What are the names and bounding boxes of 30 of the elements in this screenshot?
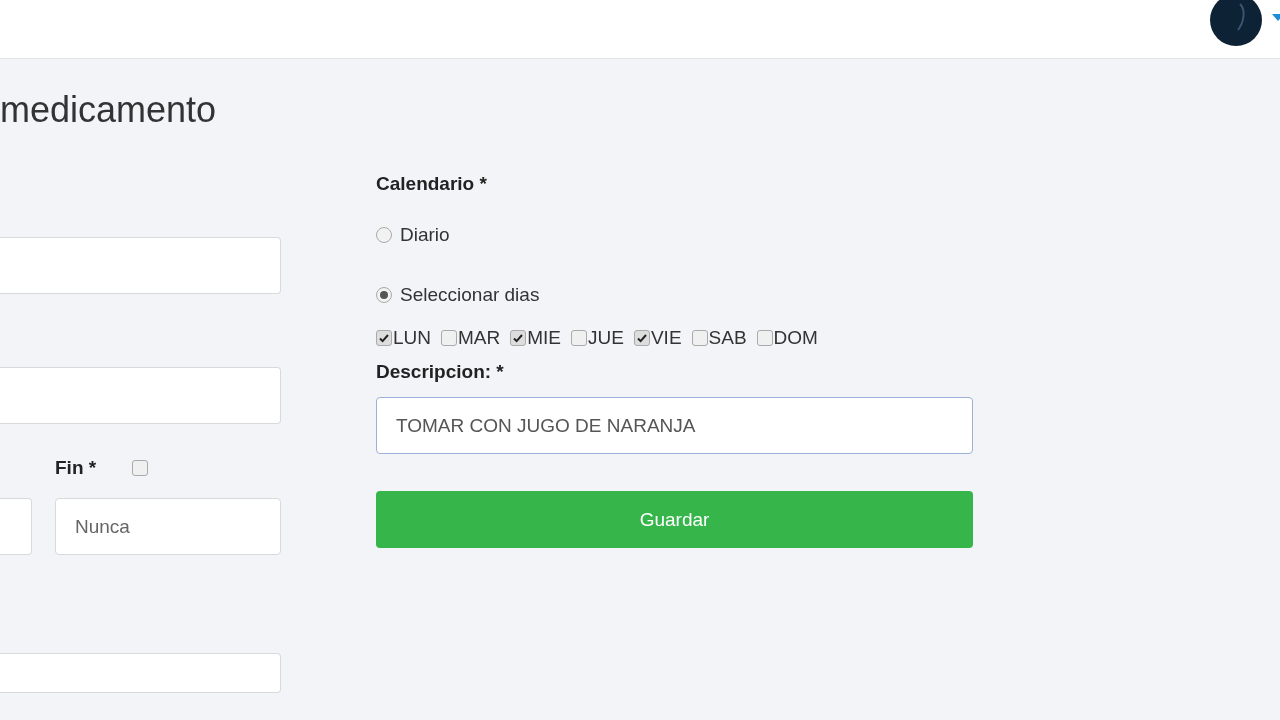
field-label: Descripcion: * — [376, 361, 505, 383]
avatar-icon[interactable] — [1210, 0, 1262, 46]
radio-label[interactable]: Seleccionar dias — [400, 284, 540, 306]
checkbox[interactable] — [376, 330, 392, 346]
day-label[interactable]: VIE — [650, 327, 682, 349]
field-label: Fin * — [55, 457, 97, 479]
checkbox[interactable] — [633, 330, 650, 346]
description-field[interactable]: TOMAR CON JUGO DE NARANJA — [376, 397, 973, 454]
day-label[interactable]: JUE — [588, 327, 624, 349]
day-label[interactable]: SAB — [708, 327, 747, 349]
radio-button[interactable] — [376, 227, 392, 243]
page-title: medicamento — [0, 88, 218, 132]
checkbox[interactable] — [510, 330, 527, 346]
field-label: Calendario * — [376, 173, 488, 196]
radio-label[interactable]: Diario — [400, 224, 450, 246]
day-label[interactable]: DOM — [773, 327, 818, 349]
day-label[interactable]: MIE — [527, 327, 562, 349]
checkbox[interactable] — [691, 330, 708, 346]
day-label[interactable]: MAR — [458, 327, 501, 349]
checkbox[interactable] — [441, 330, 457, 346]
checkbox[interactable] — [756, 330, 773, 346]
radio-button[interactable] — [376, 287, 392, 303]
input-field[interactable] — [0, 237, 281, 294]
checkbox[interactable] — [571, 330, 588, 346]
end-date-field[interactable]: Nunca — [55, 498, 281, 555]
input-field[interactable] — [0, 653, 281, 693]
input-field[interactable] — [0, 498, 32, 555]
day-label[interactable]: LUN — [393, 327, 431, 349]
checkbox[interactable] — [132, 460, 149, 476]
input-field[interactable] — [0, 367, 281, 424]
